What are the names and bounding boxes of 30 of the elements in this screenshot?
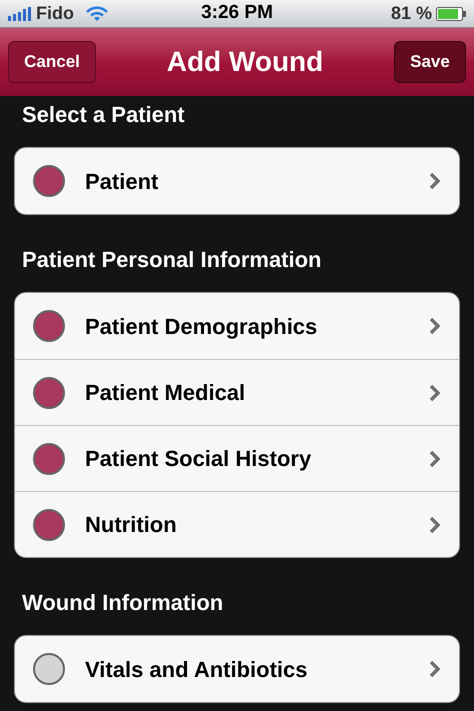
row-label: Vitals and Antibiotics [85, 656, 308, 684]
row-label: Patient Social History [85, 445, 312, 473]
chevron-icon [429, 172, 441, 190]
list-row[interactable]: Patient Medical [15, 359, 459, 425]
section-header: Select a Patient [21, 101, 186, 129]
save-button[interactable]: Save [394, 41, 466, 83]
chevron-icon [429, 450, 441, 468]
row-label: Patient [85, 168, 160, 196]
row-label: Patient Medical [85, 379, 246, 407]
battery-icon [436, 6, 466, 20]
battery-percent: 81 % [390, 2, 432, 25]
list-row[interactable]: Patient Social History [15, 425, 459, 491]
signal-icon [8, 6, 32, 20]
carrier-name: Fido [36, 2, 74, 25]
list-row[interactable]: Vitals and Antibiotics [15, 636, 459, 702]
section-header: Wound Information [21, 589, 224, 617]
row-label: Nutrition [85, 511, 178, 539]
chevron-icon [429, 317, 441, 335]
row-label: Patient Demographics [85, 312, 318, 341]
list-row[interactable]: Patient [15, 148, 459, 214]
list-row[interactable]: Patient Demographics [15, 293, 459, 359]
chevron-icon [429, 384, 441, 402]
clock-time: 3:26 PM [201, 1, 273, 26]
chevron-icon [429, 516, 441, 534]
wifi-icon [86, 6, 108, 22]
section-header: Patient Personal Information [21, 246, 322, 274]
list-row[interactable]: Nutrition [15, 491, 459, 557]
screen-title: Add Wound [166, 45, 324, 79]
cancel-button[interactable]: Cancel [8, 41, 96, 83]
chevron-icon [429, 660, 441, 678]
